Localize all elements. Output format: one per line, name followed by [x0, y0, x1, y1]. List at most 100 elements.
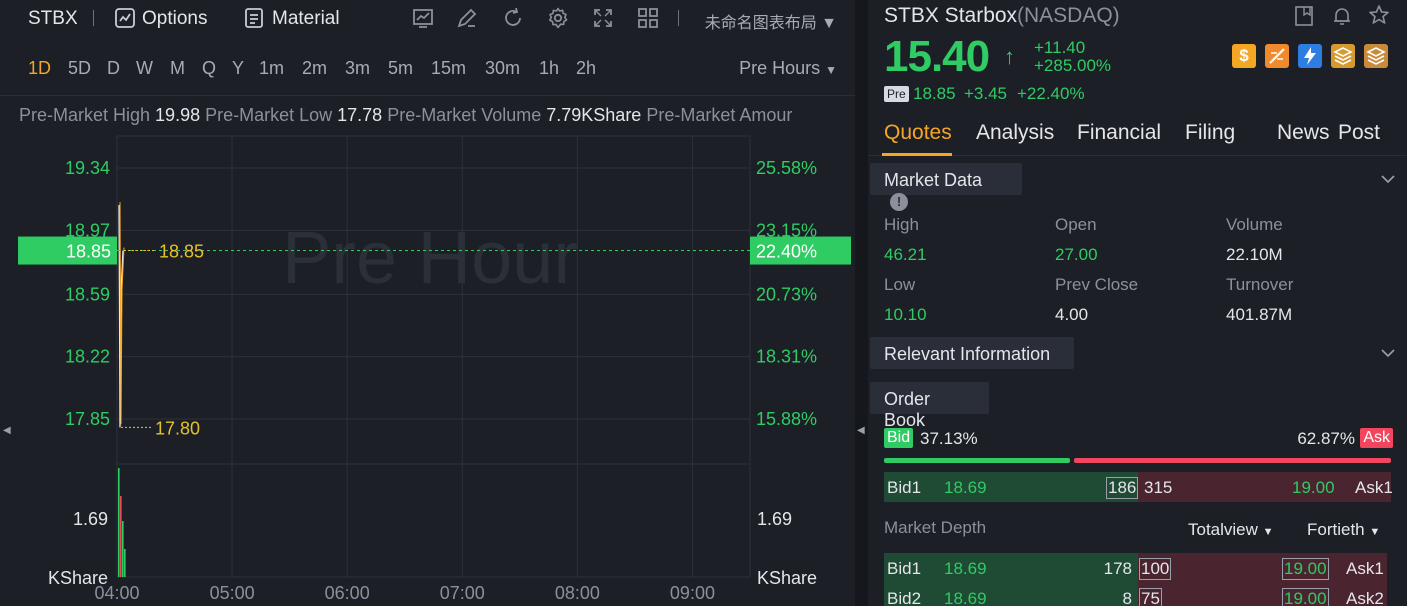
- tab-financial[interactable]: Financial: [1077, 121, 1161, 145]
- interval-5m[interactable]: 5m: [388, 58, 413, 79]
- chevron-down-icon: ▼: [1369, 526, 1381, 538]
- relevant-info-title: Relevant Information: [884, 344, 1051, 364]
- volume-bar: [120, 496, 122, 577]
- order-book-title: Order Book: [884, 389, 931, 430]
- depth-bid-price[interactable]: 18.69: [944, 559, 987, 579]
- interval-3m[interactable]: 3m: [345, 58, 370, 79]
- interval-d[interactable]: D: [107, 58, 120, 79]
- volume-bar: [124, 549, 126, 577]
- y-tick-left: 17.85: [65, 409, 110, 429]
- settings-gear-icon[interactable]: [546, 6, 570, 30]
- market-depth-title: Market Depth: [884, 518, 987, 537]
- flash-badge-icon[interactable]: [1298, 44, 1322, 68]
- depth-ask-name: Ask2: [1346, 589, 1384, 606]
- info-icon[interactable]: !: [890, 193, 908, 211]
- bookmark-icon[interactable]: [1293, 5, 1315, 27]
- bid-percent: 37.13%: [920, 429, 978, 448]
- depth-source-dropdown[interactable]: Totalview ▼: [1188, 520, 1274, 540]
- chevron-down-icon[interactable]: [1381, 346, 1395, 360]
- volume-bar: [122, 521, 124, 577]
- refresh-icon[interactable]: [501, 6, 525, 30]
- price-change-pct: +285.00%: [1034, 56, 1112, 75]
- chevron-down-icon: ▼: [821, 15, 837, 32]
- tab-news[interactable]: News: [1277, 121, 1330, 145]
- depth-levels-dropdown[interactable]: Fortieth ▼: [1307, 520, 1380, 540]
- panel-splitter[interactable]: ◀: [855, 0, 868, 606]
- md-value: 22.10M: [1226, 245, 1283, 264]
- interval-w[interactable]: W: [136, 58, 153, 79]
- depth-bid-bg: [884, 583, 1138, 606]
- interval-1h[interactable]: 1h: [539, 58, 559, 79]
- interval-30m[interactable]: 30m: [485, 58, 520, 79]
- symbol-label[interactable]: STBX: [28, 8, 78, 30]
- layout-dropdown[interactable]: 未命名图表布局 ▼: [705, 9, 837, 33]
- depth-ask-price[interactable]: 19.00: [1282, 558, 1329, 580]
- price-chart[interactable]: Pre Hour19.3418.9718.5918.2217.8525.58%2…: [0, 131, 855, 606]
- grid-layout-icon[interactable]: [636, 6, 660, 30]
- md-label: High: [884, 215, 919, 234]
- md-label: Open: [1055, 215, 1097, 234]
- chevron-down-icon: ▼: [825, 63, 837, 77]
- md-label: Volume: [1226, 215, 1283, 234]
- relevant-info-header[interactable]: Relevant Information: [870, 337, 1074, 369]
- interval-bar: 1D 5D D W M Q Y 1m 2m 3m 5m 15m 30m 1h 2h Pre Hours ▼: [0, 58, 855, 84]
- stack-t-badge-icon[interactable]: [1364, 44, 1388, 68]
- price-change: +11.40: [1034, 38, 1086, 57]
- bid-row-bg: [884, 472, 1138, 502]
- options-button[interactable]: Options: [142, 8, 207, 30]
- interval-2m[interactable]: 2m: [302, 58, 327, 79]
- ob-ask-price[interactable]: 19.00: [1292, 478, 1335, 498]
- session-label: Pre Hours: [739, 58, 826, 78]
- depth-bid-bg: [884, 553, 1138, 583]
- interval-15m[interactable]: 15m: [431, 58, 466, 79]
- toolbar-divider: [93, 10, 94, 26]
- depth-bid-price[interactable]: 18.69: [944, 589, 987, 606]
- chevron-down-icon[interactable]: [1381, 172, 1395, 186]
- order-book-header[interactable]: Order Book: [870, 382, 989, 430]
- indicator-icon[interactable]: [411, 6, 435, 30]
- options-chart-icon[interactable]: [113, 6, 137, 30]
- material-doc-icon[interactable]: [242, 6, 266, 30]
- bell-icon[interactable]: [1331, 5, 1353, 27]
- depth-bid-name: Bid2: [887, 589, 922, 606]
- interval-q[interactable]: Q: [202, 58, 216, 79]
- star-icon[interactable]: [1368, 4, 1390, 26]
- x-tick: 06:00: [325, 583, 370, 603]
- collapse-left-arrow-icon[interactable]: ◀: [3, 425, 11, 436]
- stack-a-badge-icon[interactable]: [1331, 44, 1355, 68]
- dollar-badge-icon[interactable]: $: [1232, 44, 1256, 68]
- interval-2h[interactable]: 2h: [576, 58, 596, 79]
- volume-unit-right: KShare: [757, 568, 817, 588]
- material-button[interactable]: Material: [272, 8, 340, 30]
- depth-ask-name: Ask1: [1346, 559, 1384, 578]
- depth-ask-size: 75: [1139, 588, 1162, 606]
- depth-bid-size: 178: [1103, 559, 1132, 578]
- depth-ask-price[interactable]: 19.00: [1282, 588, 1329, 606]
- pre-change: +3.45: [964, 84, 1008, 103]
- market-data-title: Market Data: [884, 170, 983, 190]
- market-data-header[interactable]: Market Data !: [870, 163, 1022, 211]
- stat-label: Pre-Market Low: [205, 105, 338, 125]
- tab-analysis[interactable]: Analysis: [976, 121, 1054, 145]
- slash-badge-icon[interactable]: [1265, 44, 1289, 68]
- x-tick: 09:00: [670, 583, 715, 603]
- collapse-right-arrow-icon[interactable]: ◀: [857, 425, 865, 436]
- chart-toolbar: STBX Options Material 未命名图表布局 ▼: [0, 0, 855, 38]
- stat-value: 19.98: [155, 105, 206, 125]
- tab-post[interactable]: Post: [1338, 121, 1380, 145]
- interval-1m[interactable]: 1m: [259, 58, 284, 79]
- tab-filing[interactable]: Filing: [1185, 121, 1235, 145]
- interval-5d[interactable]: 5D: [68, 58, 91, 79]
- depth-bid-name: Bid1: [887, 559, 922, 578]
- draw-pen-icon[interactable]: [455, 6, 479, 30]
- stat-label: Pre-Market High: [19, 105, 156, 125]
- interval-1d[interactable]: 1D: [28, 58, 51, 79]
- ask-ratio-bar: [1074, 458, 1391, 463]
- chart-panel: STBX Options Material 未命名图表布局 ▼ 1D 5D D …: [0, 0, 855, 606]
- session-dropdown[interactable]: Pre Hours ▼: [739, 58, 837, 79]
- tab-quotes[interactable]: Quotes: [884, 121, 952, 145]
- interval-m[interactable]: M: [170, 58, 185, 79]
- fullscreen-icon[interactable]: [591, 6, 615, 30]
- ob-bid-price[interactable]: 18.69: [944, 478, 987, 498]
- interval-y[interactable]: Y: [232, 58, 244, 79]
